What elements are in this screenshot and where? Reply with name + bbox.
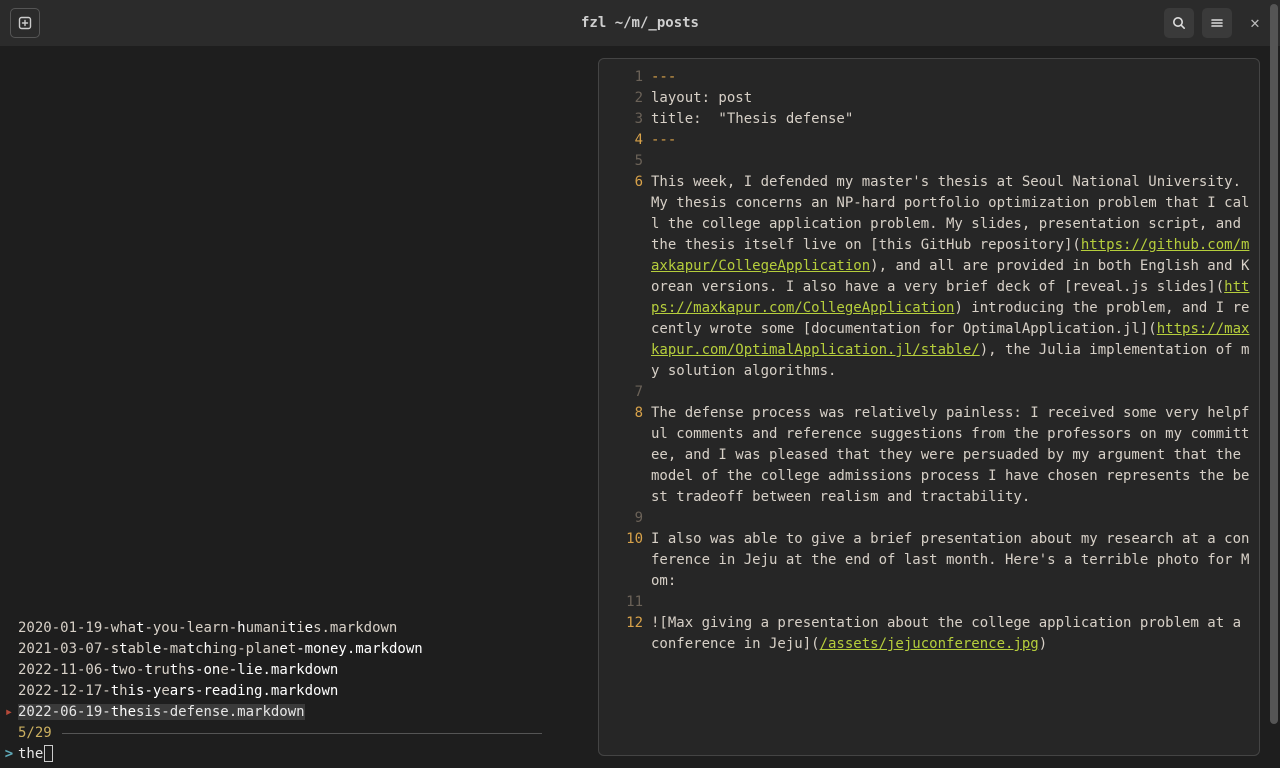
code-line: 7: [599, 382, 1259, 403]
code-line: 4---: [599, 130, 1259, 151]
fzf-item[interactable]: 2021-03-07-stable-matching-planet-money.…: [0, 639, 598, 660]
fzf-item[interactable]: 2022-11-06-two-truths-one-lie.markdown: [0, 660, 598, 681]
line-number: 11: [599, 592, 651, 613]
line-content: title: "Thesis defense": [651, 109, 1259, 130]
fzf-item[interactable]: 2022-12-17-this-years-reading.markdown: [0, 681, 598, 702]
line-number: 12: [599, 613, 651, 634]
menu-button[interactable]: [1202, 8, 1232, 38]
code-line: 2layout: post: [599, 88, 1259, 109]
preview-frame[interactable]: 1---2layout: post3title: "Thesis defense…: [598, 58, 1260, 756]
line-content: The defense process was relatively painl…: [651, 403, 1259, 508]
cursor: [44, 745, 53, 762]
line-number: 7: [599, 382, 651, 403]
fzf-item-selected[interactable]: ▸2022-06-19-thesis-defense.markdown: [0, 702, 598, 723]
code-line: 12![Max giving a presentation about the …: [599, 613, 1259, 655]
window-title: fzl ~/m/_posts: [0, 13, 1280, 34]
line-number: 4: [599, 130, 651, 151]
line-number: 6: [599, 172, 651, 193]
code-line: 5: [599, 151, 1259, 172]
code-line: 3title: "Thesis defense": [599, 109, 1259, 130]
code-line: 6This week, I defended my master's thesi…: [599, 172, 1259, 382]
scrollbar[interactable]: [1270, 2, 1278, 766]
line-number: 9: [599, 508, 651, 529]
code-line: 8The defense process was relatively pain…: [599, 403, 1259, 508]
line-number: 10: [599, 529, 651, 550]
line-number: 2: [599, 88, 651, 109]
search-button[interactable]: [1164, 8, 1194, 38]
line-number: 1: [599, 67, 651, 88]
code-line: 11: [599, 592, 1259, 613]
fzf-counter: 5/29: [0, 723, 598, 744]
line-number: 8: [599, 403, 651, 424]
code-line: 10I also was able to give a brief presen…: [599, 529, 1259, 592]
close-button[interactable]: ✕: [1240, 11, 1270, 35]
titlebar: fzl ~/m/_posts ✕: [0, 0, 1280, 46]
line-content: layout: post: [651, 88, 1259, 109]
code-line: 1---: [599, 67, 1259, 88]
scroll-thumb[interactable]: [1270, 4, 1278, 724]
main-area: 2020-01-19-what-you-learn-humanities.mar…: [0, 46, 1280, 768]
fzf-prompt[interactable]: >the: [0, 744, 598, 768]
line-content: ---: [651, 67, 1259, 88]
new-tab-button[interactable]: [10, 8, 40, 38]
preview-pane-container: 1---2layout: post3title: "Thesis defense…: [598, 46, 1280, 768]
line-content: ---: [651, 130, 1259, 151]
code-line: 9: [599, 508, 1259, 529]
line-number: 3: [599, 109, 651, 130]
line-number: 5: [599, 151, 651, 172]
fzf-left-pane: 2020-01-19-what-you-learn-humanities.mar…: [0, 46, 598, 768]
fzf-list[interactable]: 2020-01-19-what-you-learn-humanities.mar…: [0, 618, 598, 768]
line-content: I also was able to give a brief presenta…: [651, 529, 1259, 592]
line-content: ![Max giving a presentation about the co…: [651, 613, 1259, 655]
fzf-item[interactable]: 2020-01-19-what-you-learn-humanities.mar…: [0, 618, 598, 639]
line-content: This week, I defended my master's thesis…: [651, 172, 1259, 382]
preview-code: 1---2layout: post3title: "Thesis defense…: [599, 67, 1259, 655]
